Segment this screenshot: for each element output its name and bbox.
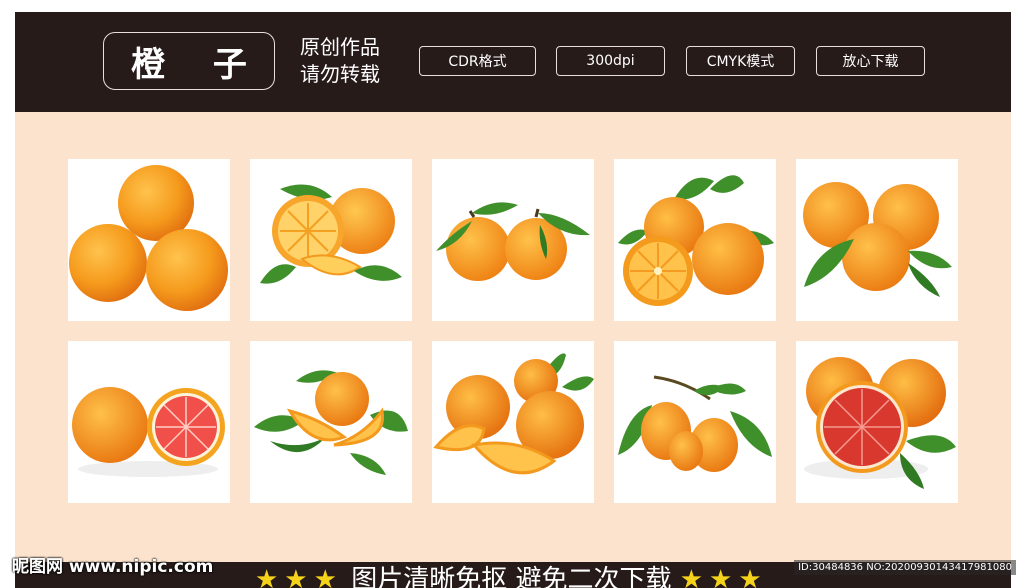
small-oranges-on-branch-image <box>614 341 776 503</box>
stars-right: ★★★ <box>679 565 768 588</box>
note-line-1: 原创作品 <box>300 35 380 59</box>
tag-format: CDR格式 <box>419 46 536 76</box>
two-oranges-with-leaves-image <box>432 159 594 321</box>
orange-branch-with-half-image <box>614 159 776 321</box>
tag-download: 放心下载 <box>816 46 925 76</box>
id-watermark: ID:30484836 NO:20200930143417981080 <box>794 560 1016 575</box>
copyright-note: 原创作品 请勿转载 <box>300 34 380 88</box>
site-watermark: 昵图网 www.nipic.com <box>12 557 214 577</box>
footer-notice: ★★★ 图片清晰免抠 避免二次下载 ★★★ <box>255 564 768 588</box>
three-oranges-image <box>796 159 958 321</box>
oranges-with-slices-image <box>432 341 594 503</box>
stars-left: ★★★ <box>255 565 343 588</box>
tag-color-mode: CMYK模式 <box>686 46 795 76</box>
note-line-2: 请勿转载 <box>300 62 380 86</box>
poster: 橙 子 原创作品 请勿转载 CDR格式 300dpi CMYK模式 放心下载 ★… <box>0 0 1024 588</box>
orange-pyramid-image <box>68 159 230 321</box>
orange-sliced-illustration-image <box>250 159 412 321</box>
footer-notice-text: 图片清晰免抠 避免二次下载 <box>351 565 672 588</box>
page-title: 橙 子 <box>131 44 265 85</box>
title-box: 橙 子 <box>103 32 275 90</box>
gallery-panel <box>15 112 1011 562</box>
header-bar: 橙 子 原创作品 请勿转载 CDR格式 300dpi CMYK模式 放心下载 <box>15 12 1011 112</box>
orange-with-wedges-image <box>250 341 412 503</box>
orange-and-grapefruit-half-image <box>68 341 230 503</box>
tag-dpi: 300dpi <box>556 46 665 76</box>
blood-orange-half-image <box>796 341 958 503</box>
